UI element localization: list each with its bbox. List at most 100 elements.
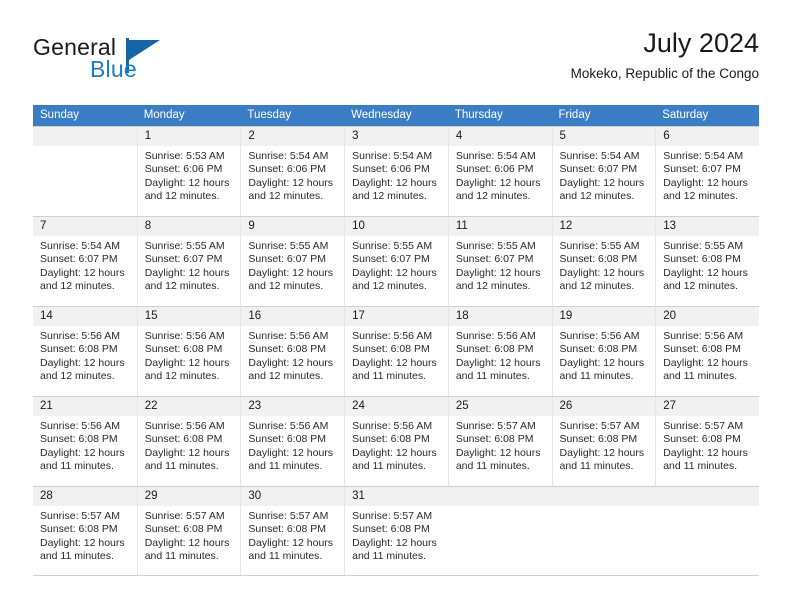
calendar-day-number: 13 — [656, 217, 759, 236]
calendar-day-cell[interactable]: 14 Sunrise: 5:56 AM Sunset: 6:08 PM Dayligh… — [33, 306, 137, 396]
calendar-day-cell[interactable]: 23 Sunrise: 5:56 AM Sunset: 6:08 PM Dayligh… — [240, 396, 345, 486]
calendar-day-cell[interactable]: 5 Sunrise: 5:54 AM Sunset: 6:07 PM Daylight… — [551, 126, 656, 216]
sunrise-time: Sunrise: 5:56 AM — [248, 420, 329, 432]
daylight-duration-line2: and 12 minutes. — [144, 279, 220, 292]
calendar-day-details: Sunrise: 5:56 AM Sunset: 6:08 PM Daylight:… — [241, 326, 344, 383]
daylight-duration-line1: Daylight: 12 hours — [455, 266, 541, 279]
calendar-day-cell[interactable]: 26 Sunrise: 5:57 AM Sunset: 6:08 PM Dayligh… — [551, 396, 656, 486]
calendar-day-cell-inner: 14 Sunrise: 5:56 AM Sunset: 6:08 PM Dayligh… — [33, 306, 137, 396]
calendar-day-cell-inner: 16 Sunrise: 5:56 AM Sunset: 6:08 PM Dayligh… — [240, 306, 345, 396]
sunset-time: Sunset: 6:08 PM — [144, 523, 223, 536]
calendar-day-details: Sunrise: 5:57 AM Sunset: 6:08 PM Daylight:… — [138, 506, 241, 563]
calendar-day-cell-inner: 19 Sunrise: 5:56 AM Sunset: 6:08 PM Dayligh… — [551, 306, 656, 396]
daylight-duration-line2: and 12 minutes. — [663, 279, 738, 292]
sunrise-time: Sunrise: 5:54 AM — [352, 150, 433, 162]
sunrise-time: Sunrise: 5:56 AM — [248, 330, 329, 342]
calendar-day-cell-inner — [655, 486, 759, 576]
calendar-day-number: 25 — [448, 397, 552, 416]
calendar-day-details: Sunrise: 5:57 AM Sunset: 6:08 PM Daylight:… — [449, 416, 552, 473]
daylight-duration-line2: and 12 minutes. — [352, 189, 427, 202]
calendar-day-number: 31 — [345, 487, 448, 506]
page-title: July 2024 — [643, 28, 759, 58]
calendar-day-cell-inner: 12 Sunrise: 5:55 AM Sunset: 6:08 PM Dayligh… — [551, 216, 656, 306]
sunset-time: Sunset: 6:08 PM — [144, 343, 223, 356]
calendar-day-number: 24 — [345, 397, 448, 416]
calendar-day-number: 10 — [345, 217, 448, 236]
calendar-day-cell[interactable]: 3 Sunrise: 5:54 AM Sunset: 6:06 PM Daylight… — [344, 126, 448, 216]
calendar-day-cell[interactable]: 8 Sunrise: 5:55 AM Sunset: 6:07 PM Daylight… — [136, 216, 241, 306]
calendar-header-row: Sunday Monday Tuesday Wednesday Thursday… — [33, 105, 759, 126]
calendar-day-number — [551, 487, 656, 506]
daylight-duration-line1: Daylight: 12 hours — [559, 446, 645, 459]
calendar-day-cell-inner: 29 Sunrise: 5:57 AM Sunset: 6:08 PM Dayligh… — [136, 486, 241, 576]
sunrise-time: Sunrise: 5:56 AM — [352, 330, 433, 342]
daylight-duration-line1: Daylight: 12 hours — [663, 176, 748, 189]
daylight-duration-line1: Daylight: 12 hours — [40, 266, 125, 279]
sunrise-time: Sunrise: 5:55 AM — [248, 240, 329, 252]
calendar-day-cell-inner: 1 Sunrise: 5:53 AM Sunset: 6:06 PM Daylight… — [136, 126, 241, 216]
calendar-day-details: Sunrise: 5:57 AM Sunset: 6:08 PM Daylight:… — [345, 506, 448, 563]
sunset-time: Sunset: 6:08 PM — [40, 433, 118, 446]
calendar-day-cell[interactable]: 19 Sunrise: 5:56 AM Sunset: 6:08 PM Dayligh… — [551, 306, 656, 396]
daylight-duration-line1: Daylight: 12 hours — [144, 356, 230, 369]
calendar-day-cell[interactable]: 20 Sunrise: 5:56 AM Sunset: 6:08 PM Dayligh… — [655, 306, 759, 396]
calendar-day-cell[interactable]: 18 Sunrise: 5:56 AM Sunset: 6:08 PM Dayligh… — [447, 306, 552, 396]
sunrise-time: Sunrise: 5:57 AM — [144, 510, 225, 522]
page-header: General Blue July 2024 Mokeko, Republic … — [33, 28, 759, 94]
calendar-table: Sunday Monday Tuesday Wednesday Thursday… — [33, 105, 759, 576]
daylight-duration-line1: Daylight: 12 hours — [559, 356, 645, 369]
calendar-day-cell-inner: 15 Sunrise: 5:56 AM Sunset: 6:08 PM Dayligh… — [136, 306, 241, 396]
calendar-day-cell[interactable]: 24 Sunrise: 5:56 AM Sunset: 6:08 PM Dayligh… — [344, 396, 448, 486]
calendar-day-cell[interactable]: 25 Sunrise: 5:57 AM Sunset: 6:08 PM Dayligh… — [447, 396, 552, 486]
calendar-day-cell-inner: 3 Sunrise: 5:54 AM Sunset: 6:06 PM Daylight… — [344, 126, 448, 216]
calendar-day-cell[interactable]: 9 Sunrise: 5:55 AM Sunset: 6:07 PM Daylight… — [240, 216, 345, 306]
sunset-time: Sunset: 6:08 PM — [248, 433, 327, 446]
calendar-day-cell[interactable]: 28 Sunrise: 5:57 AM Sunset: 6:08 PM Dayligh… — [33, 486, 137, 576]
calendar-day-number: 2 — [241, 127, 345, 146]
calendar-day-cell-inner: 10 Sunrise: 5:55 AM Sunset: 6:07 PM Dayligh… — [344, 216, 448, 306]
calendar-day-number: 5 — [552, 127, 656, 146]
calendar-day-cell[interactable]: 7 Sunrise: 5:54 AM Sunset: 6:07 PM Daylight… — [33, 216, 137, 306]
daylight-duration-line2: and 11 minutes. — [559, 459, 634, 472]
calendar-day-cell[interactable]: 30 Sunrise: 5:57 AM Sunset: 6:08 PM Dayligh… — [240, 486, 345, 576]
calendar-day-cell[interactable]: 11 Sunrise: 5:55 AM Sunset: 6:07 PM Dayligh… — [447, 216, 552, 306]
calendar-day-number: 9 — [241, 217, 345, 236]
daylight-duration-line2: and 12 minutes. — [248, 279, 324, 292]
daylight-duration-line2: and 11 minutes. — [40, 549, 114, 562]
calendar-day-details: Sunrise: 5:56 AM Sunset: 6:08 PM Daylight:… — [33, 416, 137, 473]
calendar-day-details: Sunrise: 5:55 AM Sunset: 6:07 PM Daylight:… — [138, 236, 241, 293]
calendar-day-cell[interactable]: 16 Sunrise: 5:56 AM Sunset: 6:08 PM Dayligh… — [240, 306, 345, 396]
sunrise-time: Sunrise: 5:55 AM — [559, 240, 640, 252]
calendar-day-cell[interactable]: 10 Sunrise: 5:55 AM Sunset: 6:07 PM Dayligh… — [344, 216, 448, 306]
calendar-day-details: Sunrise: 5:56 AM Sunset: 6:08 PM Daylight:… — [345, 416, 448, 473]
calendar-week-row: 21 Sunrise: 5:56 AM Sunset: 6:08 PM Dayligh… — [33, 396, 759, 486]
calendar-day-cell[interactable]: 2 Sunrise: 5:54 AM Sunset: 6:06 PM Daylight… — [240, 126, 345, 216]
calendar-day-cell[interactable]: 13 Sunrise: 5:55 AM Sunset: 6:08 PM Dayligh… — [655, 216, 759, 306]
sunrise-time: Sunrise: 5:56 AM — [144, 330, 225, 342]
weekday-header-sunday: Sunday — [33, 105, 137, 126]
sunrise-time: Sunrise: 5:56 AM — [40, 420, 120, 432]
calendar-day-cell[interactable]: 6 Sunrise: 5:54 AM Sunset: 6:07 PM Daylight… — [655, 126, 759, 216]
calendar-day-cell[interactable]: 17 Sunrise: 5:56 AM Sunset: 6:08 PM Dayligh… — [344, 306, 448, 396]
calendar-day-cell-empty — [33, 126, 137, 216]
calendar-day-number: 16 — [241, 307, 345, 326]
calendar-day-cell[interactable]: 15 Sunrise: 5:56 AM Sunset: 6:08 PM Dayligh… — [136, 306, 241, 396]
calendar-day-cell[interactable]: 27 Sunrise: 5:57 AM Sunset: 6:08 PM Dayligh… — [655, 396, 759, 486]
sunset-time: Sunset: 6:08 PM — [663, 253, 741, 266]
calendar-day-cell[interactable]: 22 Sunrise: 5:56 AM Sunset: 6:08 PM Dayligh… — [136, 396, 241, 486]
daylight-duration-line2: and 11 minutes. — [455, 369, 530, 382]
calendar-day-cell[interactable]: 31 Sunrise: 5:57 AM Sunset: 6:08 PM Dayligh… — [344, 486, 448, 576]
daylight-duration-line1: Daylight: 12 hours — [352, 356, 437, 369]
daylight-duration-line1: Daylight: 12 hours — [40, 446, 125, 459]
calendar-day-details: Sunrise: 5:55 AM Sunset: 6:08 PM Daylight:… — [656, 236, 759, 293]
calendar-day-cell[interactable]: 12 Sunrise: 5:55 AM Sunset: 6:08 PM Dayligh… — [551, 216, 656, 306]
daylight-duration-line1: Daylight: 12 hours — [455, 176, 541, 189]
calendar-day-cell[interactable]: 4 Sunrise: 5:54 AM Sunset: 6:06 PM Daylight… — [447, 126, 552, 216]
daylight-duration-line2: and 12 minutes. — [559, 189, 635, 202]
daylight-duration-line1: Daylight: 12 hours — [248, 266, 334, 279]
calendar-day-cell[interactable]: 29 Sunrise: 5:57 AM Sunset: 6:08 PM Dayligh… — [136, 486, 241, 576]
calendar-day-cell[interactable]: 1 Sunrise: 5:53 AM Sunset: 6:06 PM Daylight… — [136, 126, 241, 216]
calendar-day-cell[interactable]: 21 Sunrise: 5:56 AM Sunset: 6:08 PM Dayligh… — [33, 396, 137, 486]
daylight-duration-line1: Daylight: 12 hours — [144, 266, 230, 279]
brand-logo[interactable]: General Blue — [33, 28, 263, 88]
